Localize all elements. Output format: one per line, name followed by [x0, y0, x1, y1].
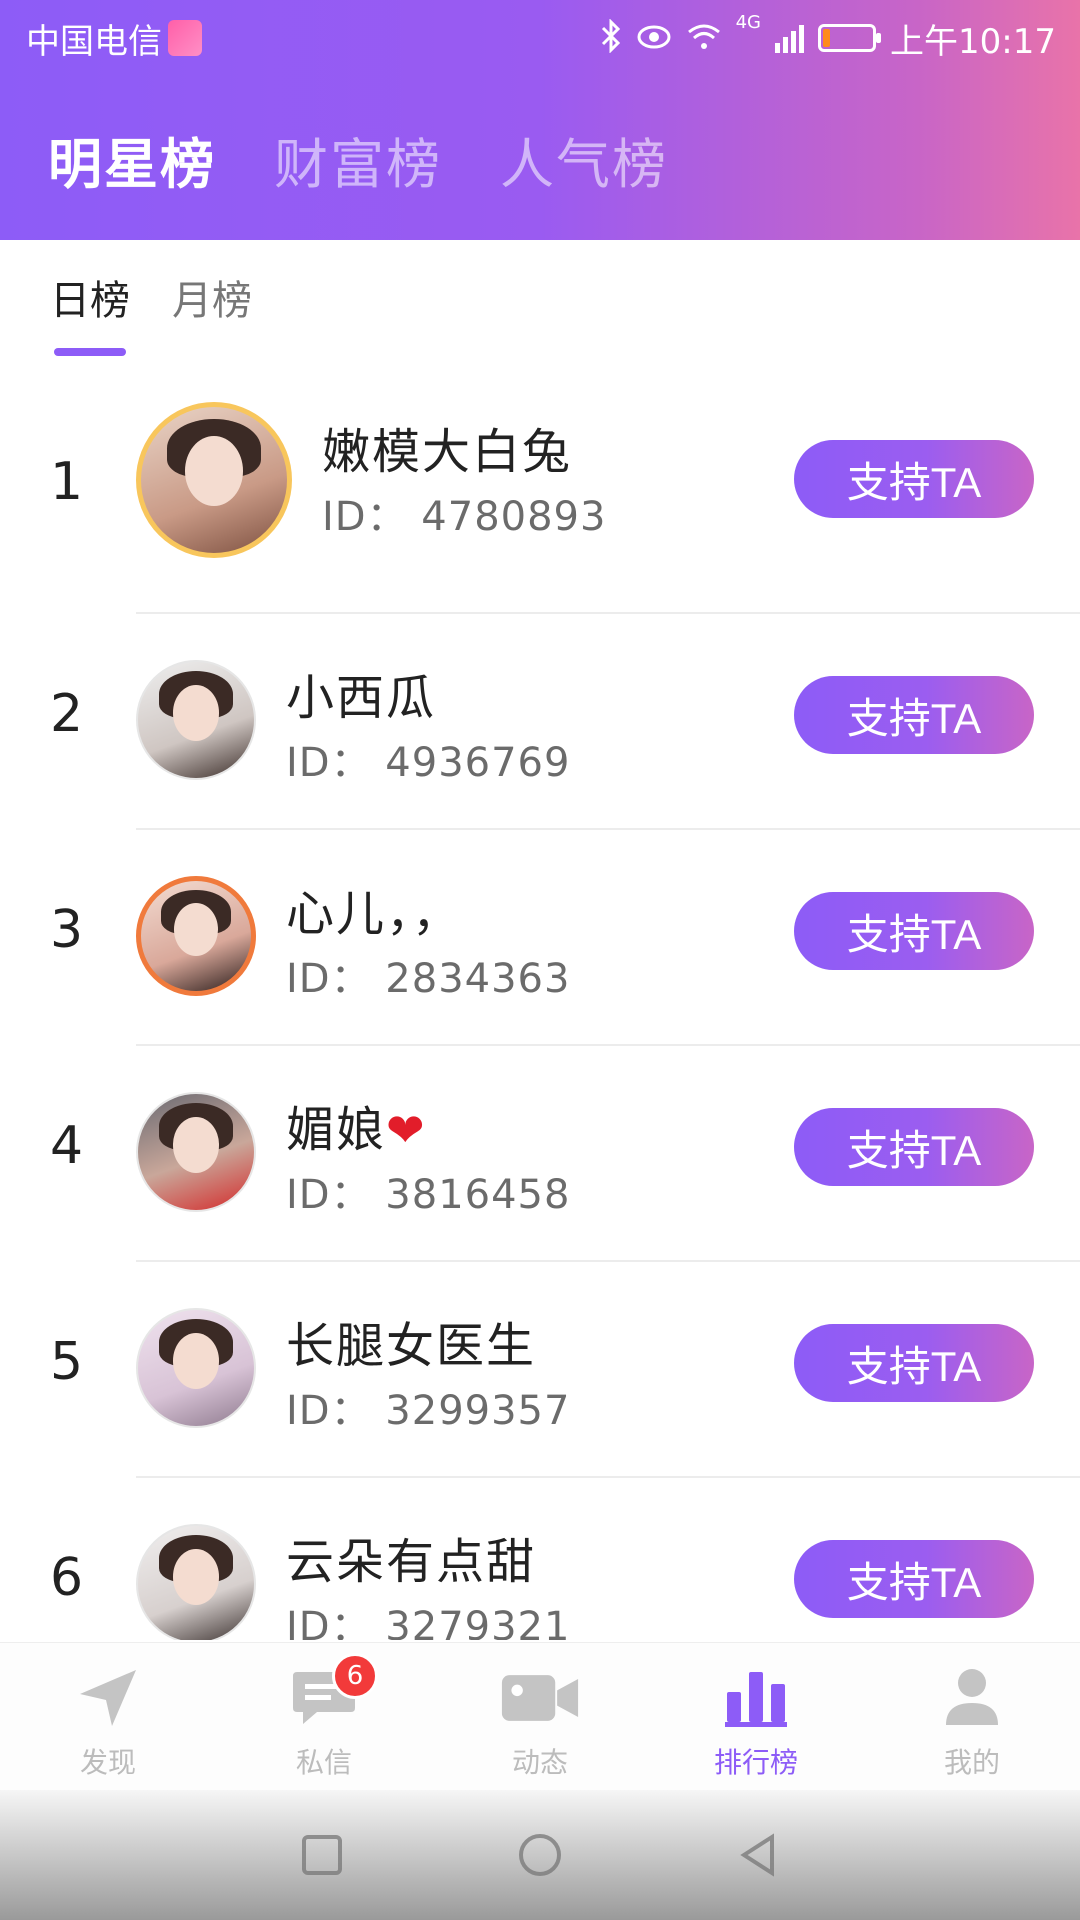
video-camera-icon	[500, 1665, 580, 1731]
ranking-row[interactable]: 2 小西瓜 ID： 4936769 支持TA	[0, 614, 1080, 830]
user-name: 长腿女医生	[286, 1318, 537, 1374]
avatar[interactable]	[136, 660, 256, 780]
support-button[interactable]: 支持TA	[794, 676, 1034, 754]
user-info: 媚娘❤ ID： 3816458	[286, 1090, 570, 1220]
rank-number: 4	[50, 1116, 84, 1176]
wifi-icon	[686, 21, 722, 56]
user-name: 嫩模大白兔	[322, 424, 573, 480]
tab-popularity-ranking[interactable]: 人气榜	[500, 120, 668, 199]
nav-profile[interactable]: 我的	[864, 1643, 1080, 1790]
user-info: 小西瓜 ID： 4936769	[286, 658, 570, 788]
ranking-row[interactable]: 1 嫩模大白兔 ID： 4780893 支持TA	[0, 390, 1080, 614]
avatar[interactable]	[136, 1308, 256, 1428]
rank-number: 1	[50, 452, 84, 512]
person-icon	[932, 1665, 1012, 1731]
support-button[interactable]: 支持TA	[794, 440, 1034, 518]
ranking-type-tabs: 明星榜 财富榜 人气榜	[48, 120, 668, 199]
nav-ranking[interactable]: 排行榜	[648, 1643, 864, 1790]
nav-messages[interactable]: 6 私信	[216, 1643, 432, 1790]
nav-label: 动态	[511, 1746, 568, 1779]
status-bar: 中国电信 4G 上午10:17	[0, 0, 1080, 76]
ranking-row[interactable]: 6 云朵有点甜 ID： 3279321 支持TA	[0, 1478, 1080, 1640]
support-button[interactable]: 支持TA	[794, 1540, 1034, 1618]
rank-number: 2	[50, 684, 84, 744]
clock: 上午10:17	[890, 21, 1056, 62]
user-info: 嫩模大白兔 ID： 4780893	[322, 412, 606, 542]
status-left: 中国电信	[26, 14, 202, 63]
user-id: ID： 4936769	[286, 740, 571, 786]
user-name: 心儿，，	[286, 886, 463, 942]
user-name: 媚娘❤	[286, 1102, 427, 1158]
nav-label: 排行榜	[713, 1746, 798, 1779]
ranking-row[interactable]: 5 长腿女医生 ID： 3299357 支持TA	[0, 1262, 1080, 1478]
avatar[interactable]	[136, 1524, 256, 1640]
user-info: 云朵有点甜 ID： 3279321	[286, 1522, 570, 1640]
user-name: 小西瓜	[286, 670, 437, 726]
nav-moments[interactable]: 动态	[432, 1643, 648, 1790]
user-id: ID： 2834363	[286, 956, 571, 1002]
bluetooth-icon	[600, 17, 622, 58]
battery-level	[823, 29, 831, 47]
nav-discover[interactable]: 发现	[0, 1643, 216, 1790]
rank-number: 6	[50, 1548, 84, 1608]
support-button[interactable]: 支持TA	[794, 1108, 1034, 1186]
network-type-label: 4G	[735, 11, 762, 33]
avatar[interactable]	[136, 876, 256, 996]
nav-label: 私信	[295, 1746, 352, 1779]
avatar[interactable]	[136, 1092, 256, 1212]
tab-wealth-ranking[interactable]: 财富榜	[274, 120, 442, 199]
ranking-row[interactable]: 3 心儿，， ID： 2834363 支持TA	[0, 830, 1080, 1046]
chat-bubble-icon: 6	[284, 1653, 378, 1731]
system-navigation-bar	[0, 1790, 1080, 1920]
bar-chart-icon	[716, 1665, 796, 1731]
user-id: ID： 3816458	[286, 1172, 571, 1218]
recent-apps-icon[interactable]	[298, 1831, 346, 1879]
navigation-arrow-icon	[68, 1665, 148, 1731]
signal-icon	[775, 23, 805, 53]
unread-badge: 6	[332, 1653, 378, 1699]
rank-number: 3	[50, 900, 84, 960]
period-tabs: 日榜 月榜	[50, 268, 252, 356]
tab-daily[interactable]: 日榜	[50, 268, 130, 356]
ranking-row[interactable]: 4 媚娘❤ ID： 3816458 支持TA	[0, 1046, 1080, 1262]
app-header: 中国电信 4G 上午10:17 明星榜 财富榜 人气榜	[0, 0, 1080, 240]
tab-monthly[interactable]: 月榜	[172, 268, 252, 356]
bottom-navigation: 发现 6 私信 动态 排行榜 我的	[0, 1642, 1080, 1790]
tab-star-ranking[interactable]: 明星榜	[48, 120, 216, 199]
home-icon[interactable]	[516, 1831, 564, 1879]
user-name: 云朵有点甜	[286, 1534, 537, 1590]
user-id: ID： 4780893	[322, 494, 607, 540]
eye-icon	[636, 22, 672, 55]
carrier-label: 中国电信	[26, 21, 162, 62]
carrier-app-icon	[168, 20, 202, 56]
heart-icon: ❤	[386, 1103, 427, 1157]
ranking-list[interactable]: 1 嫩模大白兔 ID： 4780893 支持TA 2 小西瓜 ID： 49367…	[0, 390, 1080, 1640]
nav-label: 我的	[943, 1746, 1000, 1779]
battery-icon	[818, 24, 882, 52]
status-right: 4G 上午10:17	[600, 11, 1056, 63]
back-icon[interactable]	[734, 1831, 782, 1879]
user-info: 长腿女医生 ID： 3299357	[286, 1306, 570, 1436]
support-button[interactable]: 支持TA	[794, 892, 1034, 970]
user-id: ID： 3279321	[286, 1604, 571, 1640]
user-id: ID： 3299357	[286, 1388, 571, 1434]
rank-number: 5	[50, 1332, 84, 1392]
support-button[interactable]: 支持TA	[794, 1324, 1034, 1402]
user-info: 心儿，， ID： 2834363	[286, 874, 570, 1004]
nav-label: 发现	[79, 1746, 136, 1779]
avatar[interactable]	[136, 402, 292, 558]
